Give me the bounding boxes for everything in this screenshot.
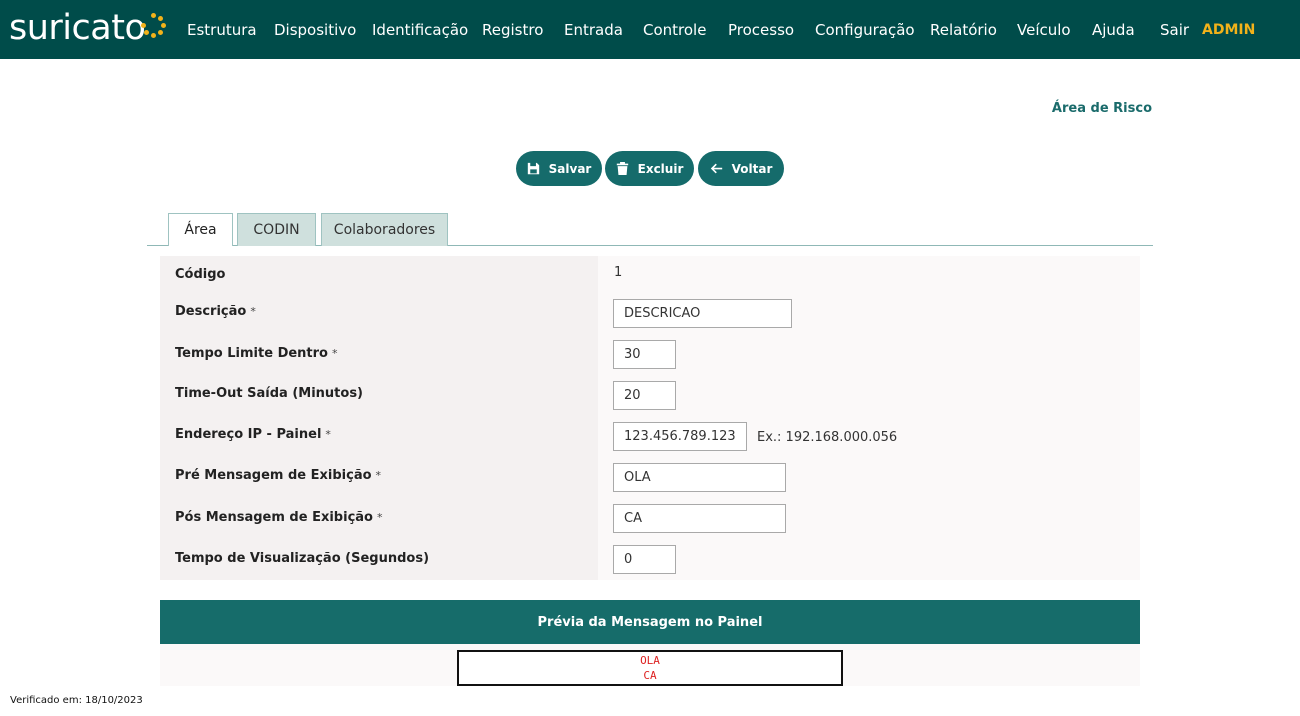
user-name: ADMIN [1202,22,1256,38]
delete-button[interactable]: Excluir [605,151,694,186]
save-icon [527,162,539,175]
save-button[interactable]: Salvar [516,151,602,186]
pre-mensagem-input[interactable] [613,463,786,492]
menu-controle[interactable]: Controle [643,21,706,39]
pos-mensagem-input[interactable] [613,504,786,533]
pre-mensagem-label: Pré Mensagem de Exibição * [175,468,382,483]
ip-format-hint: Ex.: 192.168.000.056 [757,430,898,445]
menu-registro[interactable]: Registro [482,21,543,39]
preview-line-1: OLA [640,654,660,667]
ip-painel-label: Endereço IP - Painel * [175,427,331,442]
top-navbar: suricato Estrutura Dispositivo Identific… [0,0,1300,59]
menu-entrada[interactable]: Entrada [564,21,623,39]
arrow-left-icon [710,163,722,174]
menu-configuracao[interactable]: Configuração [815,21,915,39]
pos-mensagem-label: Pós Mensagem de Exibição * [175,510,383,525]
timeout-saida-label: Time-Out Saída (Minutos) [175,386,363,401]
descricao-label: Descrição * [175,304,256,319]
preview-header: Prévia da Mensagem no Painel [160,600,1140,644]
timeout-saida-input[interactable] [613,381,676,410]
tab-area[interactable]: Área [168,213,233,246]
delete-button-label: Excluir [637,161,684,176]
tempo-visualizacao-input[interactable] [613,545,676,574]
save-button-label: Salvar [548,161,592,176]
suricato-logo[interactable]: suricato [9,6,146,50]
codigo-label: Código [175,267,226,282]
tempo-limite-label: Tempo Limite Dentro * [175,346,338,361]
menu-dispositivo[interactable]: Dispositivo [274,21,356,39]
tab-codin[interactable]: CODIN [237,213,316,246]
codigo-value: 1 [614,265,623,280]
tempo-visualizacao-label: Tempo de Visualização (Segundos) [175,551,430,566]
page-title[interactable]: Área de Risco [1052,101,1152,116]
menu-estrutura[interactable]: Estrutura [187,21,257,39]
logo-dots-icon [141,13,166,47]
menu-ajuda[interactable]: Ajuda [1092,21,1135,39]
led-panel-preview: OLA CA [457,650,843,686]
tab-colaboradores[interactable]: Colaboradores [321,213,448,246]
descricao-input[interactable] [613,299,792,328]
menu-processo[interactable]: Processo [728,21,794,39]
menu-sair[interactable]: Sair [1160,21,1189,39]
menu-veiculo[interactable]: Veículo [1017,21,1071,39]
preview-line-2: CA [643,669,657,682]
tempo-limite-input[interactable] [613,340,676,369]
menu-relatorio[interactable]: Relatório [930,21,997,39]
back-button-label: Voltar [731,161,773,176]
trash-icon [616,162,628,175]
verified-date: Verificado em: 18/10/2023 [10,695,143,706]
ip-painel-input[interactable] [613,422,747,451]
back-button[interactable]: Voltar [698,151,784,186]
menu-identificacao[interactable]: Identificação [372,21,468,39]
